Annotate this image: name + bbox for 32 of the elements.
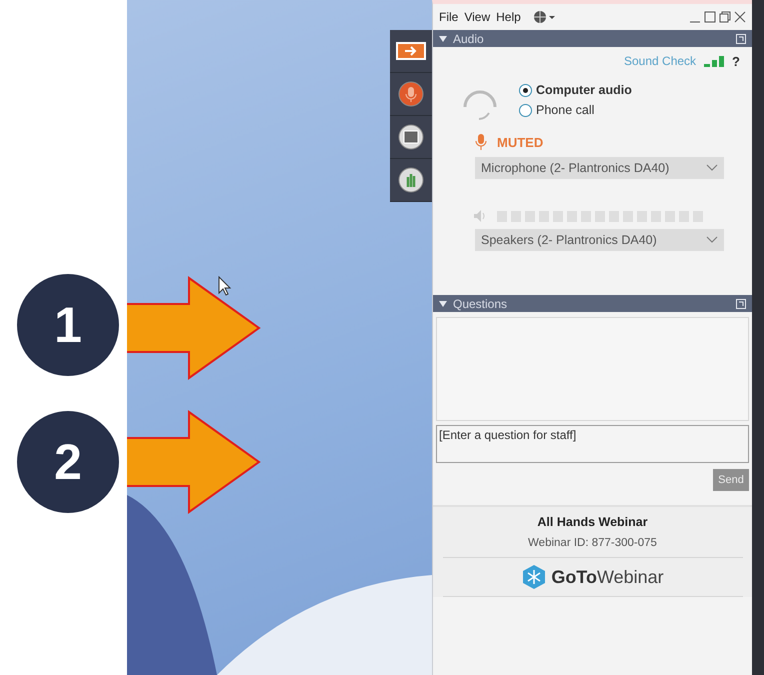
audio-header[interactable]: Audio [433, 30, 752, 47]
webinar-title: All Hands Webinar [537, 515, 648, 529]
microphone-icon [398, 81, 424, 107]
popout-icon [736, 34, 746, 44]
radio-option[interactable]: Computer audio [519, 83, 632, 97]
microphone-dropdown[interactable]: Microphone (2- Plantronics DA40) [475, 157, 724, 179]
menu-item[interactable]: File [439, 10, 458, 24]
help-link[interactable]: ? [732, 54, 740, 68]
radio-option[interactable]: Phone call [519, 103, 632, 117]
cursor-icon [218, 276, 232, 296]
maximize-icon[interactable] [704, 11, 716, 23]
mute-status: MUTED [497, 134, 544, 150]
triangle-icon [439, 300, 447, 306]
globe-icon[interactable] [532, 10, 557, 24]
signal-bars-icon [704, 55, 724, 67]
menu-item[interactable]: View [464, 10, 490, 24]
restore-icon[interactable] [719, 11, 731, 23]
questions-header[interactable]: Questions [433, 295, 752, 312]
popout-icon [736, 298, 746, 308]
triangle-icon [439, 36, 447, 42]
microphone-icon [475, 133, 487, 151]
window-icon [398, 124, 424, 150]
question-input[interactable]: [Enter a question for staff] [436, 425, 749, 463]
speakers-dropdown[interactable]: Speakers (2- Plantronics DA40) [475, 229, 724, 251]
caret-icon [706, 164, 718, 172]
close-icon[interactable] [734, 11, 746, 23]
logo-wordmark: GoToWebinar [551, 566, 664, 588]
caret-icon [706, 236, 718, 244]
webinar-id: Webinar ID: 877-300-075 [528, 537, 657, 549]
menu-item[interactable]: Help [496, 10, 521, 24]
speaker-icon [473, 209, 487, 223]
snowflake-logo-icon [521, 564, 548, 590]
